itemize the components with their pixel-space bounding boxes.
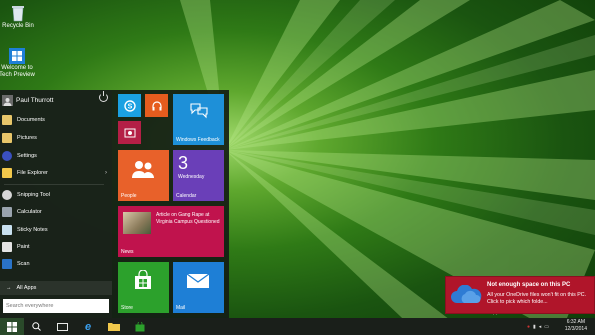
onedrive-notification[interactable]: Not enough space on this PC All your One… bbox=[445, 276, 595, 314]
start-item-scan[interactable]: Scan bbox=[2, 257, 110, 271]
tile-skype[interactable]: S bbox=[118, 94, 141, 117]
file-explorer-icon bbox=[2, 168, 12, 178]
welcome-label: Welcome to Tech Preview bbox=[0, 65, 35, 78]
tile-mail[interactable]: Mail bbox=[173, 262, 224, 313]
tile-label: Calendar bbox=[176, 193, 197, 199]
start-item-label: Snipping Tool bbox=[17, 192, 50, 198]
tile-label: Store bbox=[121, 305, 133, 311]
start-item-settings[interactable]: Settings bbox=[2, 149, 110, 163]
news-headline: Article on Gang Rape at Virginia Campus … bbox=[156, 212, 220, 225]
tile-news[interactable]: Article on Gang Rape at Virginia Campus … bbox=[118, 206, 224, 257]
all-apps-button[interactable]: → All Apps bbox=[0, 281, 112, 295]
settings-icon bbox=[2, 151, 12, 161]
start-item-label: Scan bbox=[17, 261, 30, 267]
task-view-button[interactable] bbox=[52, 318, 72, 335]
start-item-sticky-notes[interactable]: Sticky Notes bbox=[2, 223, 110, 237]
file-explorer-button[interactable] bbox=[104, 318, 124, 335]
start-item-label: File Explorer bbox=[17, 170, 48, 176]
user-account[interactable]: Paul Thurrott bbox=[2, 93, 110, 107]
store-icon bbox=[135, 270, 151, 289]
tile-label: News bbox=[121, 249, 134, 255]
windows-logo-icon bbox=[9, 48, 25, 64]
mail-icon bbox=[186, 273, 210, 288]
clock[interactable]: 6:32 AM 12/3/2014 bbox=[565, 319, 587, 333]
tile-calendar[interactable]: 3 Wednesday Calendar bbox=[173, 150, 224, 201]
snipping-tool-icon bbox=[2, 190, 12, 200]
tray-icons[interactable]: ● ▮ ◂ ▭ bbox=[516, 318, 560, 335]
start-item-label: Pictures bbox=[17, 135, 37, 141]
action-center-icon[interactable]: ▭ bbox=[544, 324, 549, 330]
folder-icon bbox=[108, 323, 120, 331]
start-item-paint[interactable]: Paint bbox=[2, 240, 110, 254]
clock-date: 12/3/2014 bbox=[564, 326, 587, 332]
all-apps-label: All Apps bbox=[16, 285, 37, 291]
video-icon bbox=[124, 128, 135, 137]
recycle-bin-icon bbox=[10, 4, 26, 22]
power-icon[interactable] bbox=[99, 91, 108, 102]
tile-video[interactable] bbox=[118, 121, 141, 144]
tile-label: Mail bbox=[176, 305, 186, 311]
pictures-icon bbox=[2, 133, 12, 143]
start-menu: Paul Thurrott Documents Pictures Setting… bbox=[0, 90, 229, 318]
network-icon[interactable]: ▮ bbox=[533, 324, 536, 330]
start-item-label: Documents bbox=[17, 117, 45, 123]
notification-body: All your OneDrive files won't fit on thi… bbox=[487, 292, 587, 305]
start-item-label: Sticky Notes bbox=[17, 227, 48, 233]
chevron-right-icon[interactable]: › bbox=[105, 170, 107, 176]
calculator-icon bbox=[2, 207, 12, 217]
recycle-bin-desktop-icon[interactable]: Recycle Bin bbox=[0, 4, 36, 30]
tile-label: People bbox=[121, 193, 137, 199]
start-item-snipping-tool[interactable]: Snipping Tool bbox=[2, 188, 110, 202]
onedrive-tray-icon[interactable]: ● bbox=[527, 324, 530, 330]
calendar-day: 3 bbox=[178, 153, 189, 173]
notification-title: Not enough space on this PC bbox=[487, 282, 571, 288]
recycle-bin-label: Recycle Bin bbox=[2, 23, 34, 29]
search-input[interactable]: Search everywhere bbox=[3, 299, 109, 313]
start-item-pictures[interactable]: Pictures bbox=[2, 131, 110, 145]
task-view-icon bbox=[56, 322, 68, 331]
headphones-icon bbox=[151, 100, 162, 110]
start-item-documents[interactable]: Documents bbox=[2, 113, 110, 127]
tile-store[interactable]: Store bbox=[118, 262, 169, 313]
store-icon bbox=[135, 321, 145, 331]
paint-icon bbox=[2, 242, 12, 252]
search-placeholder: Search everywhere bbox=[6, 303, 54, 309]
tile-music[interactable] bbox=[145, 94, 168, 117]
search-icon bbox=[31, 322, 41, 331]
feedback-icon bbox=[190, 103, 208, 119]
divider bbox=[4, 184, 104, 185]
tile-windows-feedback[interactable]: Windows Feedback bbox=[173, 94, 224, 145]
taskbar: e ● ▮ ◂ ▭ 6:32 AM 12/3/2014 bbox=[0, 318, 595, 335]
clock-time: 6:32 AM bbox=[566, 319, 586, 325]
news-thumbnail bbox=[123, 212, 151, 234]
sticky-notes-icon bbox=[2, 225, 12, 235]
start-item-label: Settings bbox=[17, 153, 37, 159]
avatar bbox=[2, 94, 13, 106]
tile-people[interactable]: People bbox=[118, 150, 169, 201]
start-left-column: Paul Thurrott Documents Pictures Setting… bbox=[0, 90, 112, 318]
skype-icon: S bbox=[123, 99, 136, 112]
volume-icon[interactable]: ◂ bbox=[539, 324, 542, 330]
svg-text:S: S bbox=[127, 103, 132, 110]
onedrive-cloud-icon bbox=[451, 285, 482, 303]
start-item-file-explorer[interactable]: File Explorer › bbox=[2, 166, 110, 180]
calendar-weekday: Wednesday bbox=[178, 174, 205, 180]
internet-explorer-icon: e bbox=[84, 320, 92, 333]
people-icon bbox=[132, 161, 154, 178]
documents-icon bbox=[2, 115, 12, 125]
welcome-desktop-icon[interactable]: Welcome to Tech Preview bbox=[0, 48, 36, 79]
search-taskbar-button[interactable] bbox=[26, 318, 46, 335]
arrow-right-icon: → bbox=[6, 285, 12, 291]
start-button[interactable] bbox=[0, 318, 24, 335]
start-item-calculator[interactable]: Calculator bbox=[2, 205, 110, 219]
windows-logo-icon bbox=[7, 321, 17, 332]
tile-label: Windows Feedback bbox=[176, 137, 220, 143]
scan-icon bbox=[2, 259, 12, 269]
user-name: Paul Thurrott bbox=[16, 96, 54, 104]
internet-explorer-button[interactable]: e bbox=[78, 318, 98, 335]
start-item-label: Paint bbox=[17, 244, 30, 250]
start-item-label: Calculator bbox=[17, 209, 42, 215]
store-taskbar-button[interactable] bbox=[130, 318, 150, 335]
